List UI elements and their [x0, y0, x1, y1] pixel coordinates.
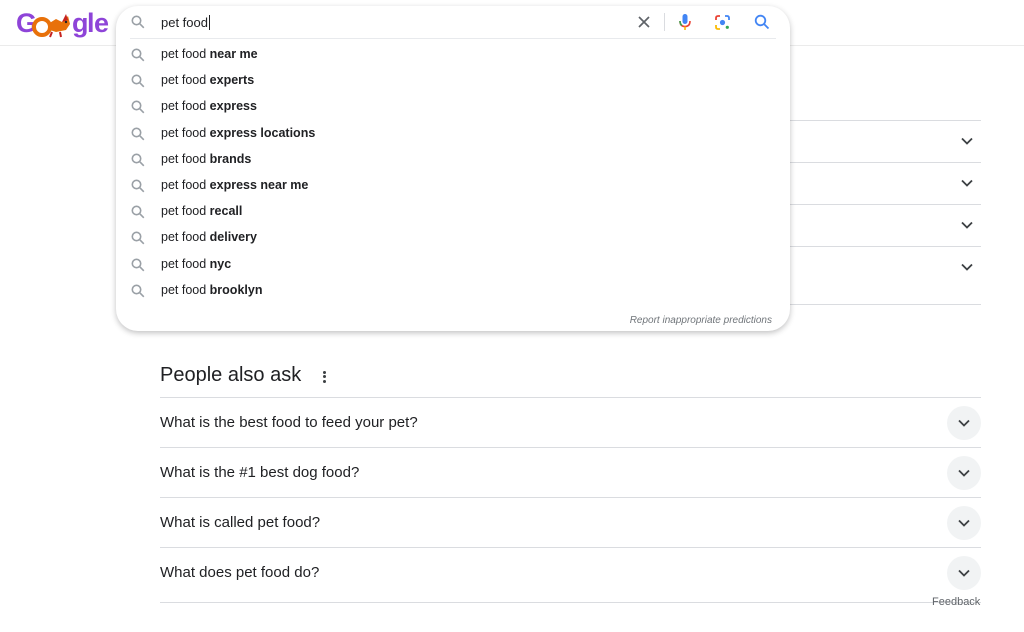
- search-icon: [131, 15, 145, 29]
- paa-question-text: What is the best food to feed your pet?: [160, 414, 418, 431]
- paa-title: People also ask: [160, 364, 302, 386]
- paa-question-text: What does pet food do?: [160, 564, 320, 581]
- search-icon: [131, 153, 145, 167]
- search-icon: [131, 205, 145, 219]
- search-box: pet food pet food near me pet food exper…: [116, 6, 790, 331]
- expand-button[interactable]: [947, 406, 981, 440]
- close-icon[interactable]: [636, 14, 652, 30]
- suggestion-text: pet food brands: [161, 151, 252, 166]
- logo-letter-g2: g: [72, 8, 89, 38]
- suggestion-item[interactable]: pet food delivery: [116, 225, 790, 251]
- suggestion-text: pet food experts: [161, 73, 255, 88]
- suggestion-text: pet food nyc: [161, 256, 232, 271]
- suggestion-text: pet food delivery: [161, 230, 257, 245]
- mic-icon[interactable]: [678, 13, 692, 31]
- suggestion-item[interactable]: pet food express near me: [116, 173, 790, 199]
- expand-button[interactable]: [947, 506, 981, 540]
- paa-question-text: What is the #1 best dog food?: [160, 464, 360, 481]
- report-predictions-link[interactable]: Report inappropriate predictions: [630, 315, 772, 326]
- chevron-down-icon: [961, 179, 973, 187]
- suggestion-text: pet food recall: [161, 204, 243, 219]
- suggestion-text: pet food express near me: [161, 177, 309, 192]
- chevron-down-icon: [958, 469, 970, 477]
- search-icon: [131, 231, 145, 245]
- chevron-down-icon: [961, 263, 973, 271]
- expand-button[interactable]: [947, 456, 981, 490]
- paa-question[interactable]: What does pet food do?: [160, 547, 981, 603]
- suggestion-item[interactable]: pet food brooklyn: [116, 278, 790, 304]
- search-icon: [131, 179, 145, 193]
- suggestion-item[interactable]: pet food recall: [116, 199, 790, 225]
- paa-list: What is the best food to feed your pet? …: [160, 397, 981, 603]
- search-bar[interactable]: pet food: [116, 6, 790, 38]
- chevron-down-icon: [961, 221, 973, 229]
- search-icon: [131, 74, 145, 88]
- lens-icon[interactable]: [714, 14, 731, 31]
- suggestion-item[interactable]: pet food nyc: [116, 252, 790, 278]
- search-icon: [131, 100, 145, 114]
- search-input[interactable]: pet food: [161, 15, 210, 30]
- feedback-divider: [160, 602, 918, 603]
- suggestion-item[interactable]: pet food express: [116, 94, 790, 120]
- suggestion-text: pet food brooklyn: [161, 282, 263, 297]
- divider: [664, 13, 665, 31]
- suggestion-item[interactable]: pet food near me: [116, 42, 790, 68]
- logo-letter-l: l: [87, 8, 95, 38]
- chevron-down-icon: [958, 419, 970, 427]
- search-icon: [131, 48, 145, 62]
- expand-button[interactable]: [947, 556, 981, 590]
- more-options-icon[interactable]: [320, 369, 328, 385]
- search-icon: [131, 284, 145, 298]
- search-icon: [131, 258, 145, 271]
- chevron-down-icon: [958, 519, 970, 527]
- google-logo[interactable]: G g l e: [16, 8, 109, 38]
- suggestion-text: pet food express locations: [161, 125, 316, 140]
- fox-doodle-icon: [32, 14, 70, 38]
- paa-question[interactable]: What is the #1 best dog food?: [160, 447, 981, 497]
- suggestion-item[interactable]: pet food brands: [116, 147, 790, 173]
- suggestion-list: pet food near me pet food experts pet fo…: [116, 42, 790, 304]
- search-divider: [130, 38, 776, 39]
- paa-question-text: What is called pet food?: [160, 514, 321, 531]
- chevron-down-icon: [961, 137, 973, 145]
- paa-question[interactable]: What is called pet food?: [160, 497, 981, 547]
- search-icon: [131, 127, 145, 140]
- paa-question[interactable]: What is the best food to feed your pet?: [160, 397, 981, 447]
- suggestion-item[interactable]: pet food experts: [116, 68, 790, 94]
- suggestion-text: pet food near me: [161, 47, 258, 61]
- feedback-link[interactable]: Feedback: [932, 596, 980, 608]
- suggestion-text: pet food express: [161, 99, 257, 114]
- logo-letter-e: e: [94, 8, 109, 38]
- search-submit-icon[interactable]: [754, 14, 770, 30]
- chevron-down-icon: [958, 569, 970, 577]
- suggestion-item[interactable]: pet food express locations: [116, 121, 790, 147]
